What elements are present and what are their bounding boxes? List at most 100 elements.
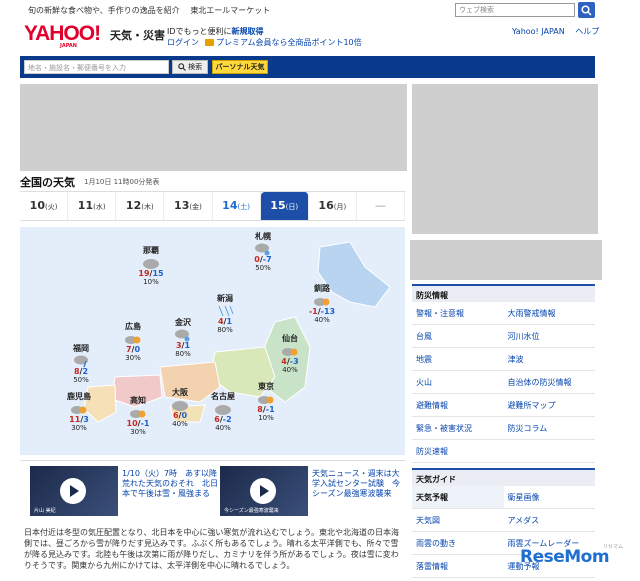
location-search-button[interactable]: 検索 xyxy=(172,60,208,74)
news-link[interactable]: 天気ニュース・週末は大学入試センター試験 今シーズン最強寒波襲来 xyxy=(312,469,404,499)
sidebar-item-emergency[interactable]: 緊急・被害状況 xyxy=(412,417,504,440)
temp-low: -1 xyxy=(140,419,150,428)
video-thumbnail[interactable]: 片山 美紀 xyxy=(30,466,118,516)
cloud-icon xyxy=(143,259,159,269)
location-search-input[interactable]: 地名・施設名・郵便番号を入力 xyxy=(24,60,169,74)
tab-day-12[interactable]: 12(木) xyxy=(116,192,165,220)
city-name: 那覇 xyxy=(143,246,159,255)
temp-low: 1 xyxy=(226,317,233,326)
temp-low: 15 xyxy=(152,269,164,278)
tab-day: 14 xyxy=(222,199,238,212)
sidebar-item-volcano[interactable]: 火山 xyxy=(412,371,504,394)
cart-icon xyxy=(205,39,214,46)
cloud-snow-icon xyxy=(175,329,190,342)
sidebar-item-rain-cloud[interactable]: 雨雲の動き xyxy=(412,532,504,555)
temp-high: 10 xyxy=(126,419,138,428)
city-sendai[interactable]: 仙台 4/-3 40% xyxy=(271,335,309,375)
city-kagoshima[interactable]: 鹿児島 11/3 30% xyxy=(60,393,98,433)
tab-day-11[interactable]: 11(水) xyxy=(68,192,117,220)
top-links: Yahoo! JAPAN ヘルプ xyxy=(512,26,607,37)
play-icon xyxy=(60,478,86,504)
yahoo-logo[interactable]: YAHOO! xyxy=(24,23,101,44)
city-nagoya[interactable]: 名古屋 6/-2 40% xyxy=(204,393,242,433)
resemom-watermark-sub: リセマム xyxy=(603,544,624,550)
precip-chance: 80% xyxy=(217,326,233,334)
cloud-sun-icon xyxy=(282,348,298,356)
promo-link[interactable]: 東北エールマーケット xyxy=(190,6,270,15)
city-tokyo[interactable]: 東京 8/-1 10% xyxy=(247,383,285,423)
cloud-sun-icon xyxy=(130,410,146,418)
premium-link[interactable]: プレミアム会員なら全商品ポイント10倍 xyxy=(216,38,362,47)
search-icon xyxy=(581,5,592,16)
ad-banner-right-small[interactable] xyxy=(410,240,602,280)
tab-day-16[interactable]: 16(月) xyxy=(309,192,357,220)
page-title: 全国の天気 xyxy=(20,176,75,189)
temp-low: 0 xyxy=(181,411,188,420)
sidebar-item-lightning[interactable]: 落雷情報 xyxy=(412,555,504,578)
temp-low: -13 xyxy=(320,307,336,316)
temp-low: -7 xyxy=(262,255,272,264)
service-title[interactable]: 天気・災害 xyxy=(110,27,165,43)
help-link[interactable]: ヘルプ xyxy=(575,27,599,36)
sidebar-item-warnings[interactable]: 警報・注意報 xyxy=(412,302,504,325)
tab-day-13[interactable]: 13(金) xyxy=(164,192,213,220)
precip-chance: 40% xyxy=(282,366,298,374)
cloud-sun-icon xyxy=(258,396,274,404)
sidebar-item-heavy-rain[interactable]: 大雨警戒情報 xyxy=(503,302,595,325)
video-thumbnail[interactable]: 今シーズン最強寒波襲来 xyxy=(220,466,308,516)
ad-banner-right[interactable] xyxy=(412,84,598,234)
tab-day-15[interactable]: 15(日) xyxy=(260,192,309,220)
web-search-button[interactable] xyxy=(578,2,595,18)
city-name: 新潟 xyxy=(217,294,233,303)
sidebar-item-forecast[interactable]: 天気予報 xyxy=(412,486,504,509)
resemom-watermark: ReseMom xyxy=(520,547,610,567)
sidebar-item-river-level[interactable]: 河川水位 xyxy=(503,325,595,348)
sidebar-item-local-info[interactable]: 自治体の防災情報 xyxy=(503,371,595,394)
sidebar-item-typhoon[interactable]: 台風 xyxy=(412,325,504,348)
city-niigata[interactable]: 新潟 4/1 80% xyxy=(206,295,244,334)
cloud-snow-icon xyxy=(255,243,270,256)
city-name: 釧路 xyxy=(314,284,330,293)
sidebar-item-satellite[interactable]: 衛星画像 xyxy=(503,486,595,509)
web-search-input[interactable]: ウェブ検索 xyxy=(455,3,575,17)
temp-low: -3 xyxy=(289,357,299,366)
cloud-icon xyxy=(172,401,188,411)
city-sapporo[interactable]: 札幌 0/-7 50% xyxy=(244,233,282,273)
tab-next[interactable]: — xyxy=(357,192,405,220)
login-link[interactable]: ログイン xyxy=(167,38,199,47)
news-link[interactable]: 1/10（火）7時 あす以降荒れた天気のおそれ 北日本で午後は雪・風強まる xyxy=(122,469,218,499)
forecast-summary: 日本付近は冬型の気圧配置となり、北日本を中心に強い寒気が流れ込むでしょう。東北や… xyxy=(24,528,399,570)
promo-text[interactable]: 旬の新鮮な食べ物や、手作りの逸品を紹介 xyxy=(28,6,180,15)
city-kushiro[interactable]: 釧路 -1/-13 40% xyxy=(303,284,341,325)
city-kochi[interactable]: 高知 10/-1 30% xyxy=(119,397,157,437)
city-fukuoka[interactable]: 福岡 8/2 50% xyxy=(62,345,100,385)
sidebar-item-column[interactable]: 防災コラム xyxy=(503,417,595,440)
city-hiroshima[interactable]: 広島 7/0 30% xyxy=(114,323,152,362)
sidebar-item-shelter-map[interactable]: 避難所マップ xyxy=(503,394,595,417)
tab-dow: (金) xyxy=(189,203,202,211)
sidebar-item-alerts[interactable]: 防災速報 xyxy=(412,440,504,463)
ad-banner-left[interactable] xyxy=(20,84,407,171)
temp-high: 4 xyxy=(281,357,287,366)
precip-chance: 40% xyxy=(215,424,231,432)
tab-day-14[interactable]: 14(土) xyxy=(213,192,261,220)
weather-map: 那覇 19/15 10% 札幌 0/-7 50% 釧路 -1/-13 40% 新潟 4/1 80… xyxy=(20,227,405,455)
precip-chance: 80% xyxy=(175,350,191,358)
city-kanazawa[interactable]: 金沢 3/1 80% xyxy=(164,319,202,358)
temp-high: 7 xyxy=(125,345,132,354)
city-osaka[interactable]: 大阪 6/0 40% xyxy=(161,389,199,428)
tab-day-10[interactable]: 10(火) xyxy=(20,192,69,220)
sidebar-item-evacuation[interactable]: 避難情報 xyxy=(412,394,504,417)
precip-chance: 10% xyxy=(143,278,159,286)
sidebar-item-earthquake[interactable]: 地震 xyxy=(412,348,504,371)
city-naha[interactable]: 那覇 19/15 10% xyxy=(132,246,170,287)
sidebar-item-weather-map[interactable]: 天気図 xyxy=(412,509,504,532)
temp-high: 6 xyxy=(214,415,220,424)
personal-weather-button[interactable]: パーソナル天気 xyxy=(212,60,268,74)
sidebar-item-amedas[interactable]: アメダス xyxy=(503,509,595,532)
sidebar-item-tsunami[interactable]: 津波 xyxy=(503,348,595,371)
tab-day: 13 xyxy=(174,199,190,212)
yahoo-japan-link[interactable]: Yahoo! JAPAN xyxy=(512,27,565,36)
announcement-time: 1月10日 11時00分発表 xyxy=(84,178,160,186)
signup-link[interactable]: 新規取得 xyxy=(232,27,264,36)
